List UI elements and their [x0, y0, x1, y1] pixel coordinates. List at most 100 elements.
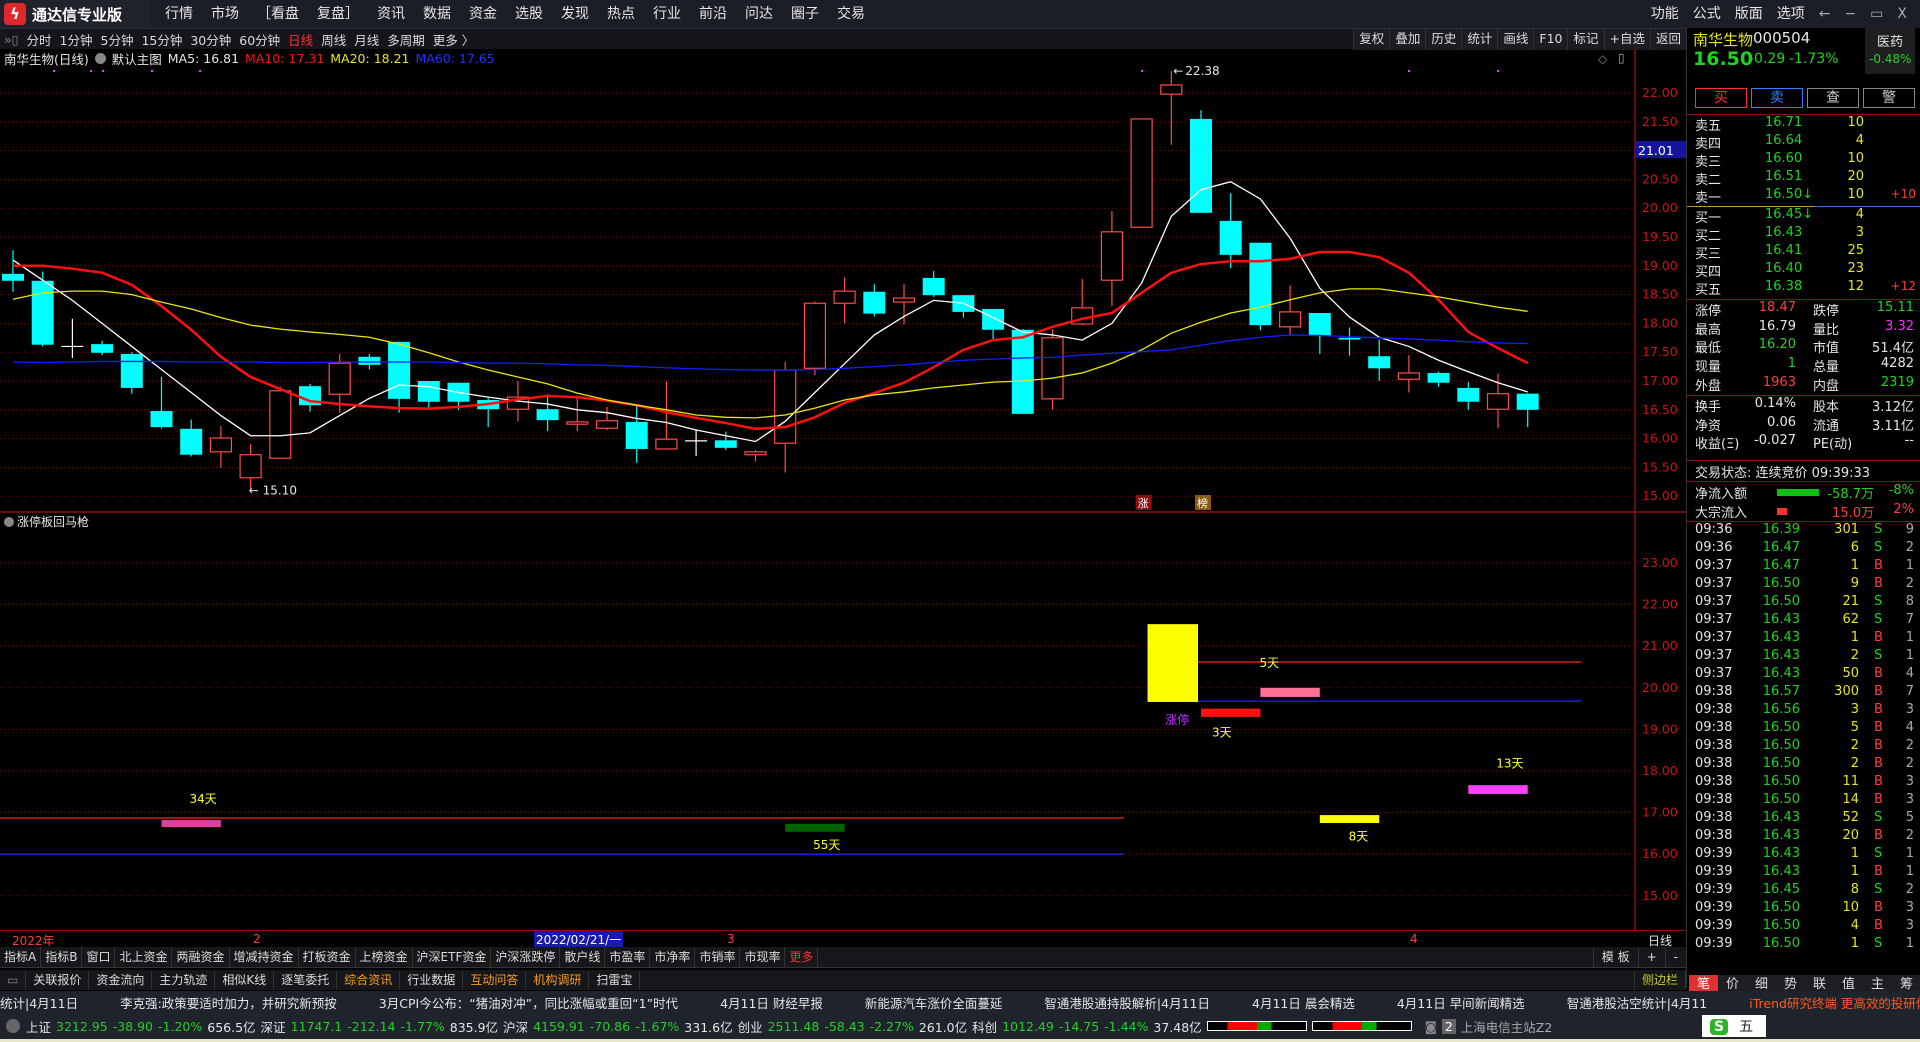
- index-name[interactable]: 上证: [26, 1017, 51, 1036]
- news-ad[interactable]: iTrend研究终端 更高效的投研体验: [1749, 993, 1920, 1012]
- index-value: 3212.95: [56, 1018, 108, 1034]
- menu-item[interactable]: 版面: [1728, 0, 1770, 28]
- indicator-tab[interactable]: 更多: [785, 947, 819, 967]
- index-pct: -2.27%: [869, 1018, 914, 1034]
- indicator-tab[interactable]: 北上资金: [115, 947, 173, 967]
- news-item[interactable]: 4月11日 财经早报: [720, 993, 823, 1012]
- layout-icon[interactable]: ▭: [0, 970, 27, 990]
- news-item[interactable]: 3月CPI今公布：“猪油对冲”，同比涨幅或重回“1”时代: [379, 993, 678, 1012]
- news-item[interactable]: 4月11日 晨会精选: [1252, 993, 1355, 1012]
- candle-body-up: [1160, 84, 1183, 95]
- index-name[interactable]: 创业: [738, 1017, 763, 1036]
- index-name[interactable]: 沪深: [503, 1017, 528, 1036]
- sell-button[interactable]: 卖: [1751, 88, 1803, 108]
- price-tick-label: 15.00: [1642, 488, 1678, 503]
- indicator-day-label: 涨停: [1165, 712, 1189, 727]
- buy-button[interactable]: 买: [1695, 88, 1747, 108]
- stat-value: 0.14%: [1754, 396, 1796, 411]
- info-tab[interactable]: 关联报价: [26, 970, 90, 990]
- net-inflow-label: 净流入额: [1695, 487, 1748, 502]
- template-control[interactable]: +: [1637, 947, 1665, 967]
- template-control[interactable]: -: [1664, 947, 1686, 967]
- info-tab[interactable]: 行业数据: [400, 970, 464, 990]
- indicator-tick-label: 19.00: [1642, 721, 1678, 736]
- restore-icon[interactable]: ▭: [1863, 0, 1890, 28]
- indicator-tab[interactable]: 上榜资金: [356, 947, 413, 967]
- sidebar-toggle[interactable]: 侧边栏: [1633, 970, 1686, 990]
- indicator-tab[interactable]: 增减持资金: [230, 947, 299, 967]
- indicator-tab[interactable]: 指标A: [0, 947, 42, 967]
- menu-item[interactable]: 公式: [1686, 0, 1728, 28]
- stat-label: 量比: [1813, 322, 1840, 338]
- info-tab[interactable]: 互动问答: [463, 970, 527, 990]
- indicator-tab[interactable]: 市盈率: [605, 947, 651, 967]
- back-icon[interactable]: ←: [1812, 0, 1838, 28]
- ime-toolbar[interactable]: S五: [1702, 1015, 1767, 1037]
- indicator-tab[interactable]: 市现率: [740, 947, 786, 967]
- ask-delta: +10: [1890, 187, 1916, 201]
- index-name[interactable]: 科创: [972, 1017, 997, 1036]
- index-amount: 835.9亿: [449, 1019, 499, 1035]
- news-item[interactable]: 智通港股通持股解析|4月11日: [1044, 993, 1210, 1012]
- index-amount: 261.0亿: [918, 1019, 968, 1035]
- indicator-tab[interactable]: 市净率: [650, 947, 696, 967]
- news-item[interactable]: 统计|4月11日: [0, 993, 78, 1012]
- menu-item[interactable]: 选项: [1770, 0, 1812, 28]
- indicator-tab[interactable]: 散户线: [560, 947, 606, 967]
- stat-value: 0.06: [1767, 414, 1796, 430]
- minimize-icon[interactable]: −: [1837, 0, 1863, 28]
- trade-price: 16.43: [1762, 648, 1800, 663]
- indicator-tab[interactable]: 沪深ETF资金: [413, 947, 492, 967]
- query-button[interactable]: 查: [1807, 88, 1859, 108]
- indicator-tab[interactable]: 两融资金: [172, 947, 230, 967]
- date-mar: 3: [727, 932, 735, 946]
- info-tab[interactable]: 扫雷宝: [589, 970, 641, 990]
- stat-label: 总量: [1813, 360, 1840, 376]
- indicator-day-label: 3天: [1212, 725, 1232, 739]
- trade-time: 09:37: [1695, 576, 1733, 591]
- indicator-tab[interactable]: 窗口: [82, 947, 116, 967]
- divider: [1687, 460, 1920, 461]
- trade-count: 3: [1905, 792, 1914, 807]
- info-tab[interactable]: 机构调研: [526, 970, 590, 990]
- trade-count: 2: [1905, 576, 1914, 591]
- trade-time: 09:37: [1695, 630, 1733, 645]
- kline-chart[interactable]: 22.00 21.50 21.00 20.50 20.00 19.50 19.00 18.50…: [0, 0, 1686, 930]
- news-item[interactable]: 智通港股沽空统计|4月11: [1567, 993, 1708, 1012]
- indicator-toggle-icon[interactable]: [4, 516, 14, 527]
- indicator-tab[interactable]: 打板资金: [299, 947, 356, 967]
- news-item[interactable]: 李克强:政策要适时加力，并研究新预按: [120, 993, 337, 1012]
- trade-volume: 6: [1850, 540, 1859, 555]
- trade-count: 2: [1905, 756, 1914, 771]
- indicator-bar: [1201, 708, 1261, 717]
- info-tab[interactable]: 逐笔委托: [274, 970, 338, 990]
- alert-button[interactable]: 警: [1863, 88, 1915, 108]
- trade-price: 16.47: [1762, 558, 1800, 573]
- indicator-tab[interactable]: 沪深涨跌停: [491, 947, 561, 967]
- info-tab[interactable]: 主力轨迹: [152, 970, 216, 990]
- info-tab[interactable]: 资金流向: [89, 970, 153, 990]
- info-tab[interactable]: 相似K线: [215, 970, 275, 990]
- news-item[interactable]: 4月11日 早间新闻精选: [1397, 993, 1525, 1012]
- candle-body-down: [180, 428, 203, 455]
- trade-price: 16.45: [1762, 882, 1800, 897]
- indicator-tab[interactable]: 市销率: [695, 947, 741, 967]
- indicator-tab[interactable]: 指标B: [41, 947, 83, 967]
- stat-label: 净资: [1695, 418, 1722, 434]
- index-name[interactable]: 深证: [261, 1017, 286, 1036]
- trade-price: 16.50: [1762, 720, 1800, 735]
- sector-box[interactable]: 医药 -0.48%: [1865, 28, 1915, 74]
- server-name[interactable]: 上海电信主站Z2: [1461, 1017, 1553, 1036]
- trade-count: 7: [1905, 612, 1914, 627]
- indicator-tick-label: 23.00: [1642, 555, 1678, 570]
- index-value: 11747.1: [290, 1018, 343, 1034]
- signal-dot: [151, 70, 153, 72]
- stat-label: PE(动): [1813, 437, 1853, 453]
- news-item[interactable]: 新能源汽车涨价全面蔓延: [865, 993, 1003, 1012]
- expand-icon[interactable]: [6, 1019, 20, 1033]
- signal-dot: [102, 70, 104, 72]
- template-control[interactable]: 模 板: [1592, 947, 1638, 967]
- signal-icon[interactable]: ◙: [1425, 1019, 1437, 1034]
- close-icon[interactable]: X: [1890, 0, 1914, 28]
- info-tab[interactable]: 综合资讯: [337, 970, 401, 990]
